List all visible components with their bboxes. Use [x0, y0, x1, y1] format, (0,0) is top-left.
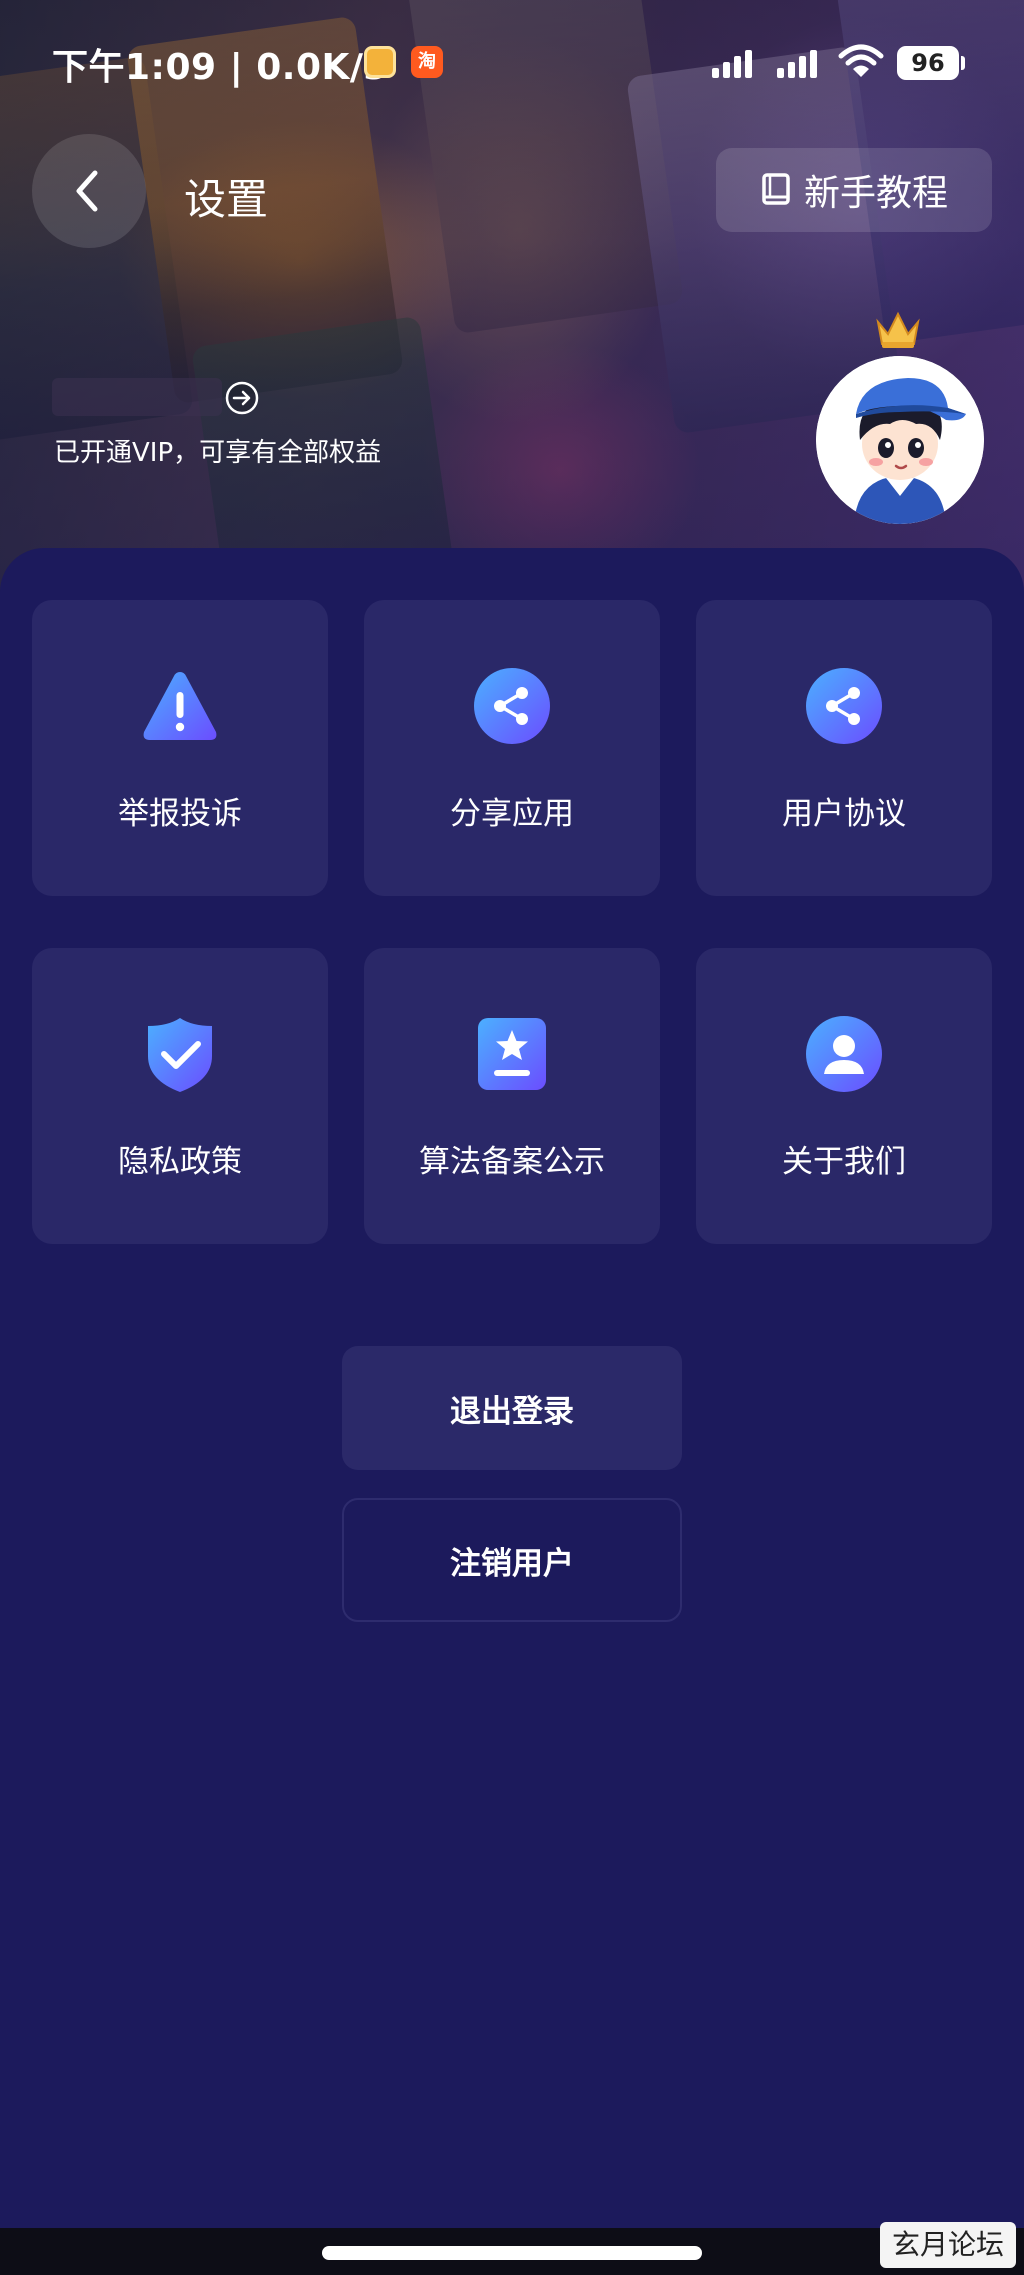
battery-indicator: 96 — [897, 46, 959, 80]
logout-label: 退出登录 — [450, 1393, 574, 1430]
taobao-app-icon: 淘 — [411, 46, 443, 78]
wifi-icon — [838, 44, 884, 77]
book-icon — [762, 173, 790, 205]
home-indicator[interactable] — [322, 2246, 702, 2260]
shield-check-icon — [148, 1018, 212, 1092]
signal-icon — [712, 48, 752, 78]
menu-item-privacy-policy[interactable]: 隐私政策 — [32, 948, 328, 1244]
deregister-button[interactable]: 注销用户 — [342, 1498, 682, 1622]
star-badge-icon — [478, 1018, 546, 1090]
menu-item-about-us[interactable]: 关于我们 — [696, 948, 992, 1244]
coin-app-icon — [364, 46, 396, 78]
share-icon — [806, 668, 882, 744]
signal-icon — [777, 48, 817, 78]
logout-button[interactable]: 退出登录 — [342, 1346, 682, 1470]
menu-item-user-agreement[interactable]: 用户协议 — [696, 600, 992, 896]
page-title: 设置 — [184, 175, 269, 224]
menu-item-algorithm-filing[interactable]: 算法备案公示 — [364, 948, 660, 1244]
username[interactable] — [52, 378, 222, 416]
share-icon — [474, 668, 550, 744]
tutorial-button[interactable]: 新手教程 — [716, 148, 992, 232]
avatar-illustration — [816, 356, 984, 524]
menu-item-label: 关于我们 — [782, 1144, 906, 1180]
status-bar: 下午1:09 | 0.0K/s 淘 96 — [0, 0, 1024, 120]
user-icon — [806, 1016, 882, 1092]
avatar[interactable] — [816, 356, 984, 524]
watermark: 玄月论坛 — [880, 2222, 1016, 2268]
menu-item-label: 算法备案公示 — [419, 1144, 605, 1180]
vip-status-text: 已开通VIP，可享有全部权益 — [54, 438, 382, 468]
tutorial-label: 新手教程 — [803, 173, 948, 214]
menu-item-label: 分享应用 — [450, 796, 574, 832]
settings-screen: 下午1:09 | 0.0K/s 淘 96 设置 新手教程 已开通VIP，可享有全… — [0, 0, 1024, 2275]
arrow-right-circle-icon[interactable] — [224, 380, 260, 416]
back-button[interactable] — [32, 134, 146, 248]
crown-icon — [876, 311, 920, 348]
menu-item-report[interactable]: 举报投诉 — [32, 600, 328, 896]
battery-tip — [961, 56, 965, 70]
menu-item-label: 用户协议 — [782, 796, 906, 832]
status-time: 下午1:09 | 0.0K/s — [52, 47, 386, 88]
menu-item-label: 举报投诉 — [118, 796, 242, 832]
deregister-label: 注销用户 — [450, 1545, 574, 1582]
menu-item-label: 隐私政策 — [118, 1144, 242, 1180]
menu-item-share-app[interactable]: 分享应用 — [364, 600, 660, 896]
warning-icon — [143, 672, 217, 740]
chevron-left-icon — [76, 170, 98, 212]
